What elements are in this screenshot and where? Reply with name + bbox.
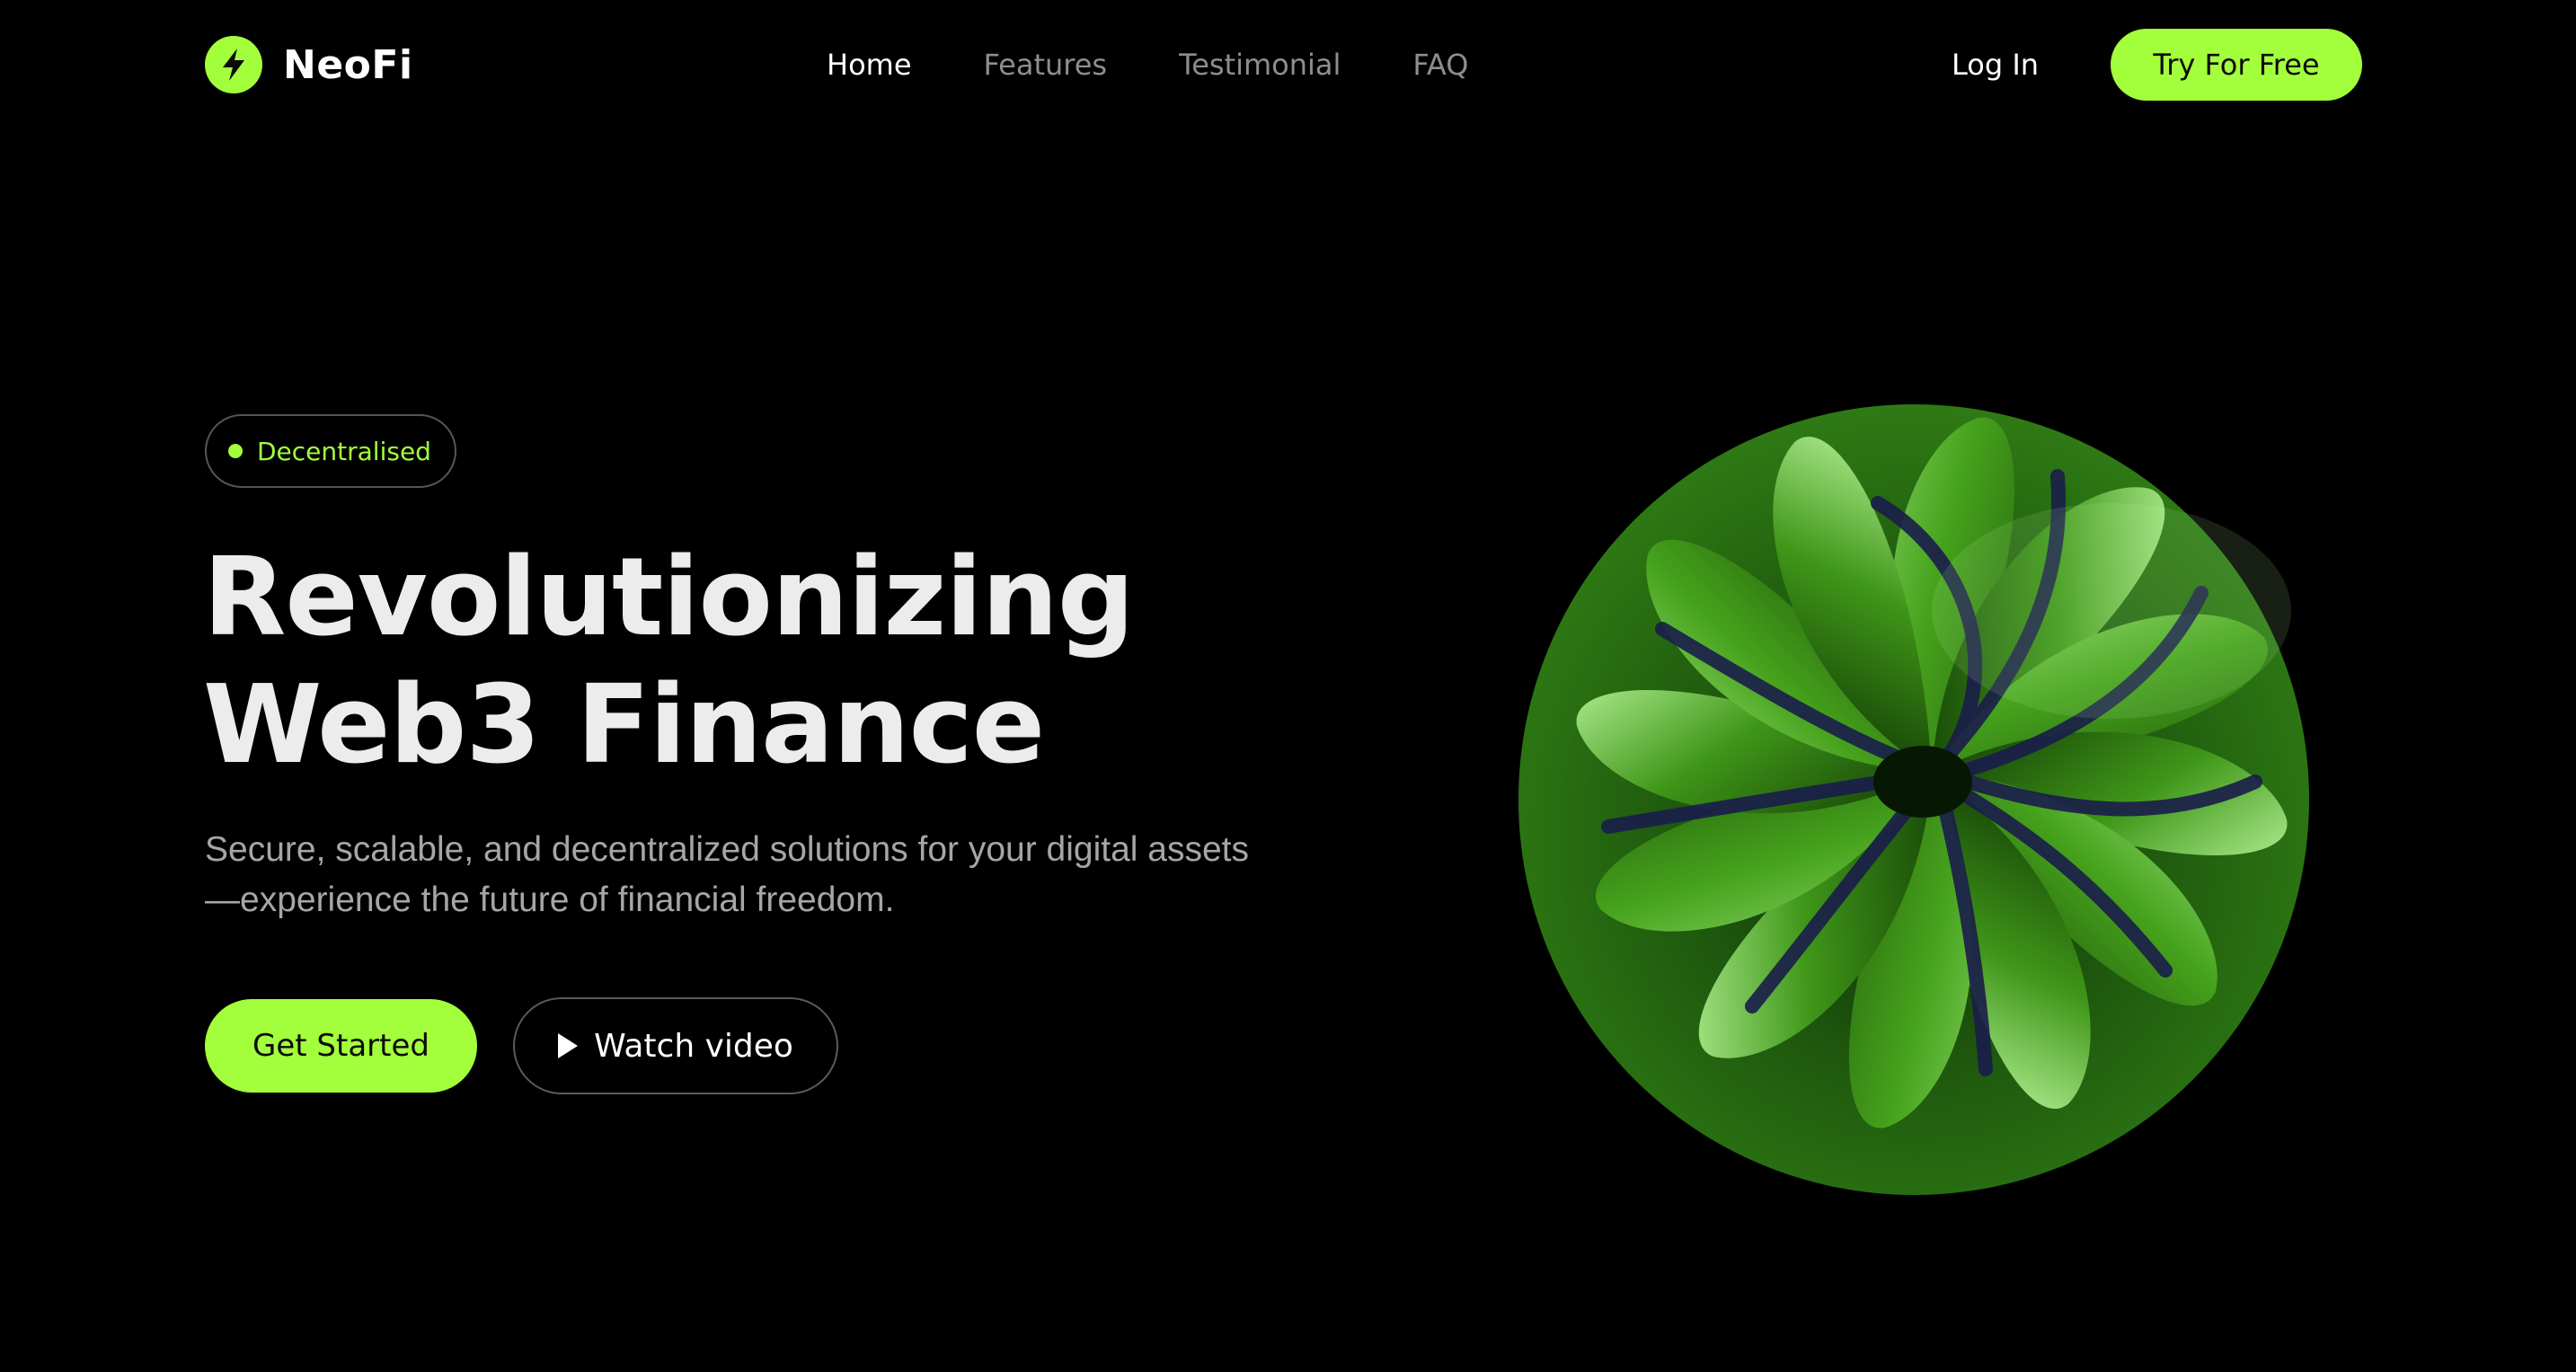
- brand-logo[interactable]: NeoFi: [205, 36, 413, 93]
- nav-link-home[interactable]: Home: [827, 41, 912, 88]
- hero-headline: Revolutionizing Web3 Finance: [203, 535, 1135, 790]
- lightning-bolt-icon: [205, 36, 262, 93]
- landing-page: NeoFi Home Features Testimonial FAQ Log …: [0, 0, 2576, 1372]
- nav-link-testimonial[interactable]: Testimonial: [1179, 41, 1341, 88]
- try-for-free-button[interactable]: Try For Free: [2111, 29, 2362, 101]
- hero-subtitle: Secure, scalable, and decentralized solu…: [205, 830, 1249, 919]
- brand-name: NeoFi: [283, 41, 413, 88]
- play-icon: [558, 1033, 579, 1058]
- badge-dot-icon: [228, 444, 243, 458]
- headline-line-2: Web3 Finance: [203, 663, 1045, 788]
- primary-nav: Home Features Testimonial FAQ: [827, 41, 1540, 88]
- hero-3d-swirl-illustration: [1518, 404, 2309, 1195]
- nav-link-features[interactable]: Features: [984, 41, 1108, 88]
- nav-link-faq[interactable]: FAQ: [1412, 41, 1468, 88]
- login-link[interactable]: Log In: [1952, 41, 2039, 88]
- headline-line-1: Revolutionizing: [203, 536, 1135, 660]
- decentralised-badge: Decentralised: [205, 414, 456, 488]
- badge-label: Decentralised: [257, 436, 431, 466]
- get-started-button[interactable]: Get Started: [205, 999, 477, 1093]
- watch-video-label: Watch video: [594, 1027, 793, 1065]
- top-navbar: NeoFi Home Features Testimonial FAQ Log …: [0, 0, 2576, 129]
- watch-video-button[interactable]: Watch video: [513, 997, 838, 1094]
- hero-cta-row: Get Started Watch video: [205, 997, 838, 1094]
